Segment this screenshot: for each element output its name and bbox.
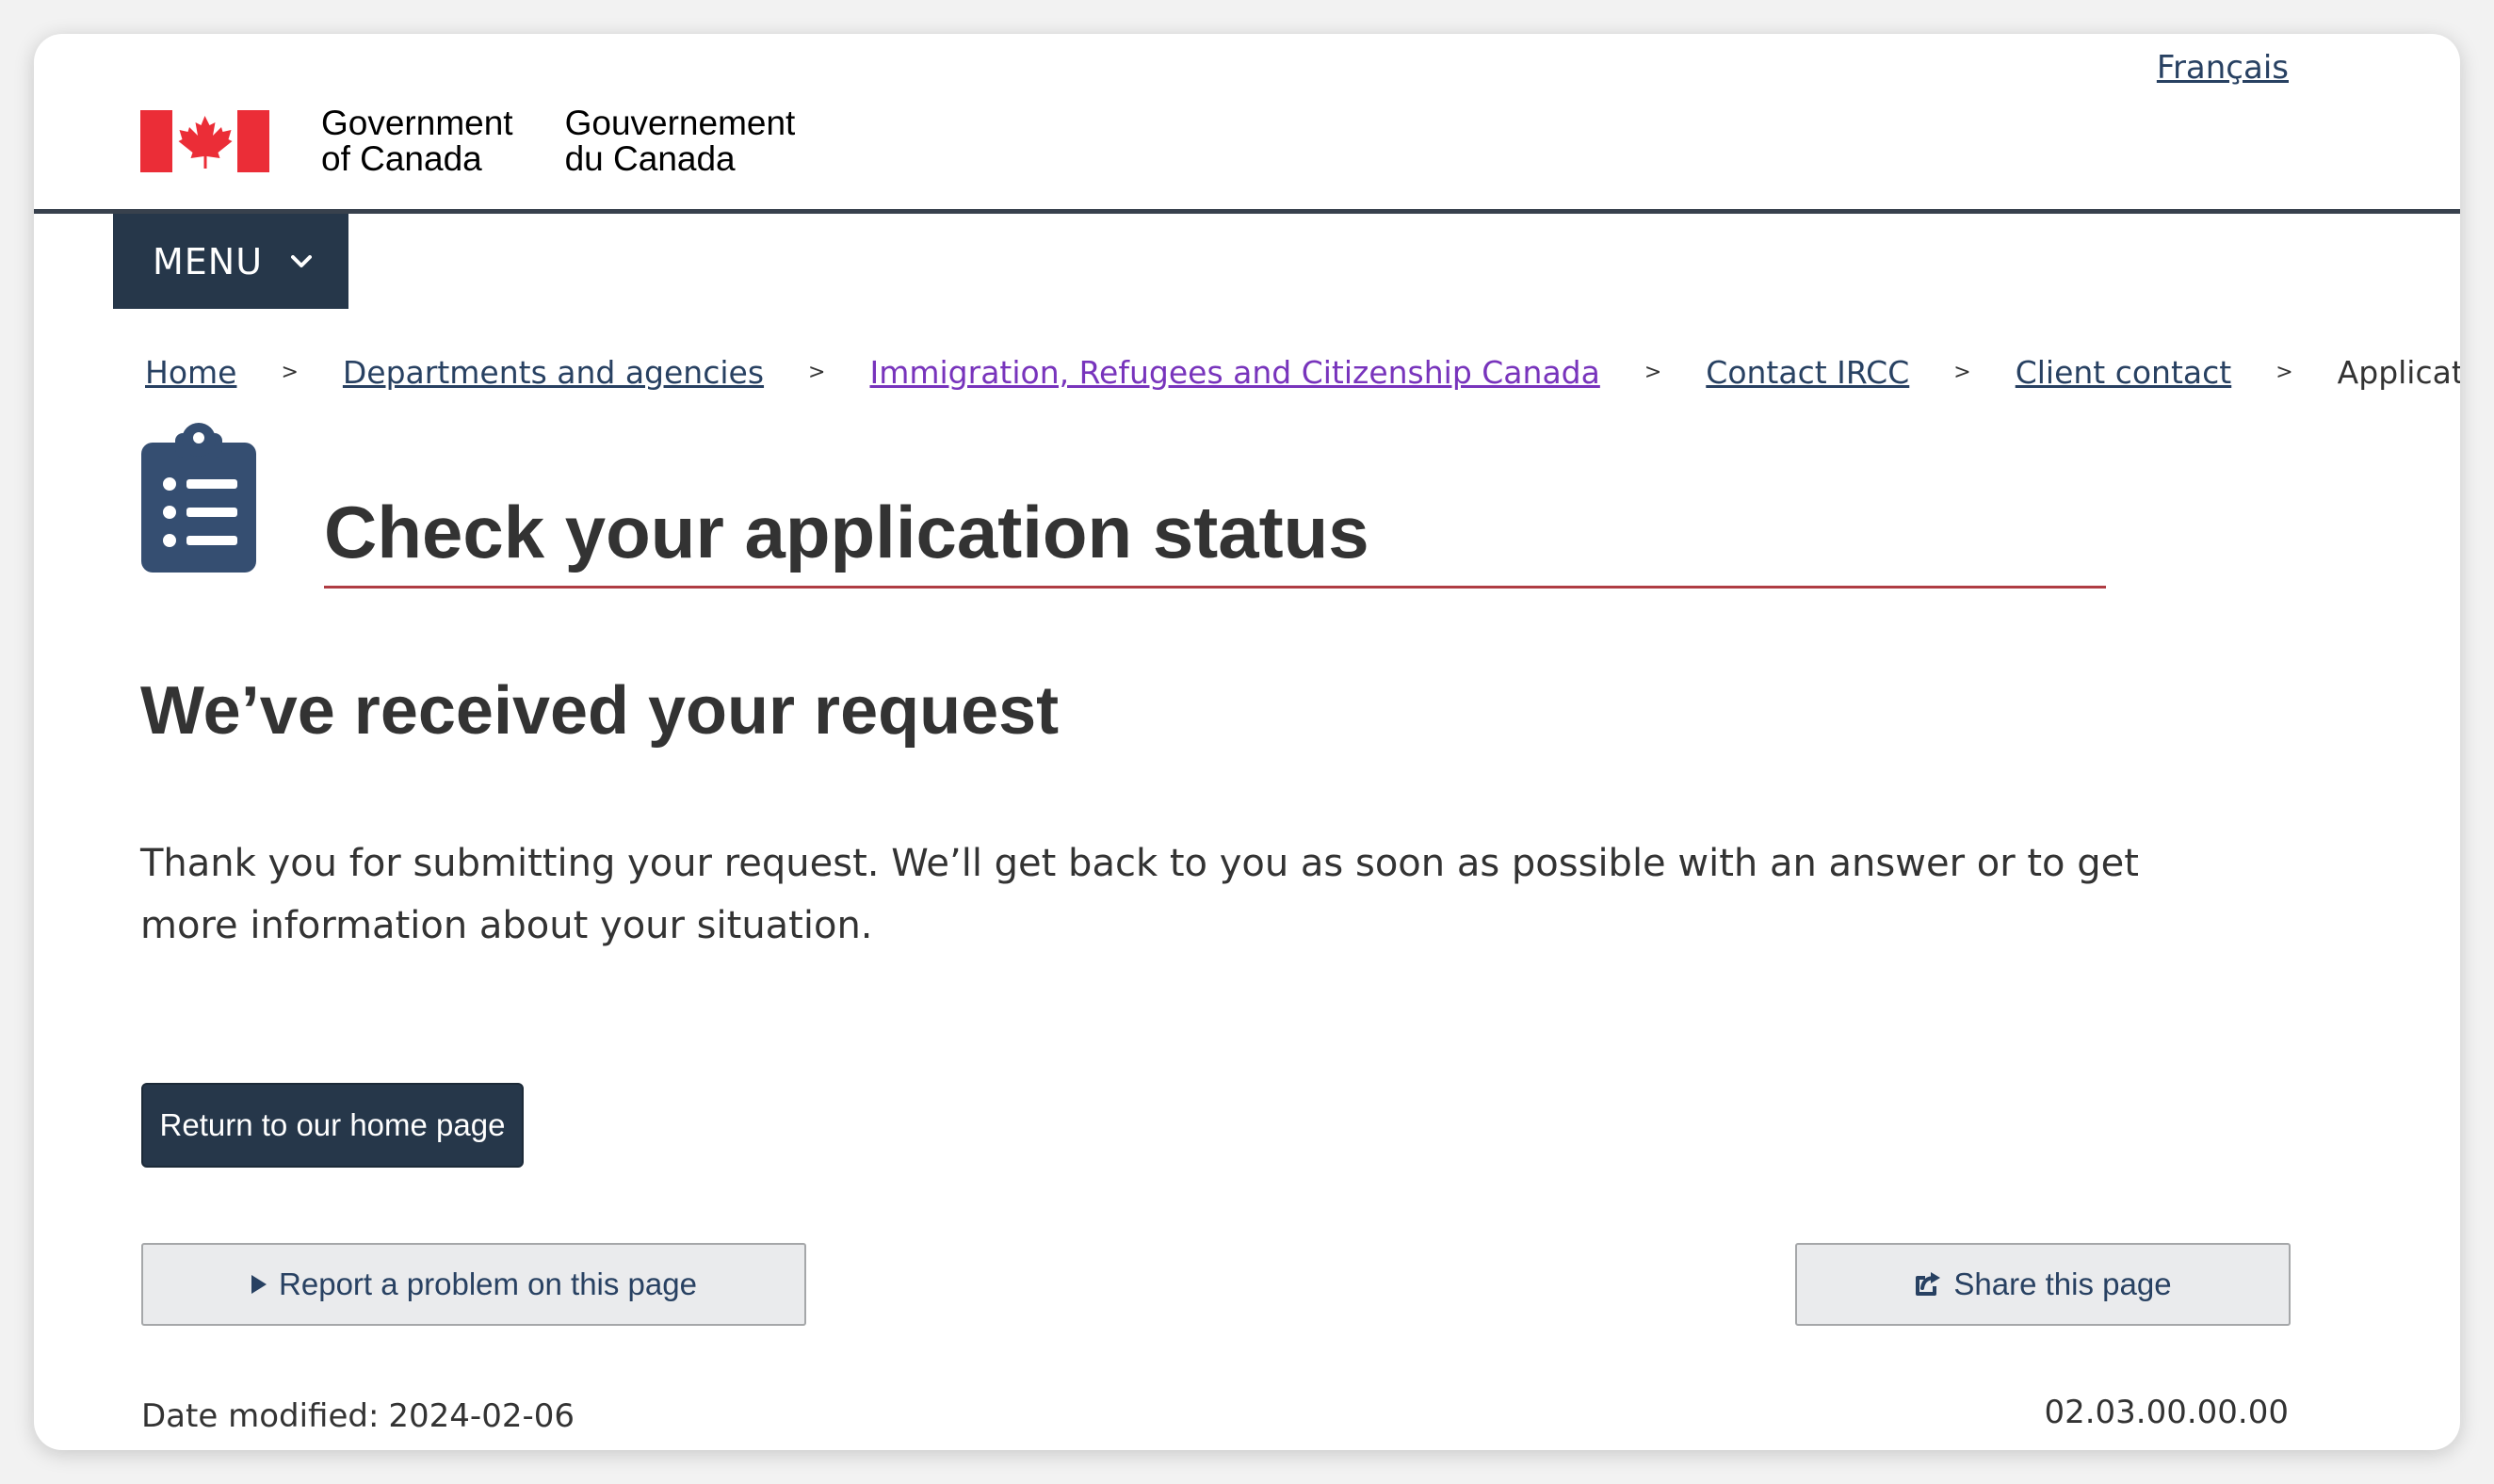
share-page-button[interactable]: Share this page	[1795, 1243, 2291, 1326]
breadcrumb-contact-ircc[interactable]: Contact IRCC	[1706, 354, 1909, 391]
share-page-label: Share this page	[1953, 1266, 2172, 1301]
menu-label: MENU	[153, 240, 264, 282]
date-modified-value: 2024-02-06	[388, 1397, 575, 1435]
wordmark-fr-line1: Gouvernement	[564, 104, 796, 142]
breadcrumb-current: Application	[2337, 354, 2460, 391]
breadcrumb-separator: >	[2275, 361, 2293, 384]
wordmark-en-line2: of Canada	[321, 139, 482, 178]
wordmark-fr-line2: du Canada	[564, 139, 736, 178]
date-modified: Date modified: 2024-02-06	[141, 1397, 575, 1435]
breadcrumb: Home > Departments and agencies > Immigr…	[145, 354, 2460, 391]
chevron-down-icon	[291, 254, 313, 267]
breadcrumb-home[interactable]: Home	[145, 354, 236, 391]
version-number: 02.03.00.00.00	[2044, 1394, 2289, 1431]
report-problem-label: Report a problem on this page	[279, 1266, 697, 1301]
play-triangle-icon	[251, 1275, 267, 1294]
return-home-button[interactable]: Return to our home page	[141, 1083, 524, 1168]
page-title: Check your application status	[324, 491, 1369, 573]
maple-leaf-icon	[178, 116, 233, 169]
wordmark-en-line1: Government	[321, 104, 513, 142]
share-icon	[1916, 1272, 1941, 1296]
gov-canada-signature[interactable]: Government of Canada Gouvernement du Can…	[140, 105, 795, 177]
wordmark-french: Gouvernement du Canada	[565, 105, 796, 177]
language-toggle-link[interactable]: Français	[2157, 49, 2289, 87]
title-underline	[324, 586, 2106, 589]
clipboard-list-icon	[141, 423, 256, 573]
breadcrumb-separator: >	[1953, 361, 1971, 384]
menu-button[interactable]: MENU	[113, 214, 348, 309]
breadcrumb-client-contact[interactable]: Client contact	[2016, 354, 2232, 391]
breadcrumb-separator: >	[281, 361, 299, 384]
browser-window: Français Government of Canada Gouverneme…	[34, 34, 2460, 1450]
wordmark-english: Government of Canada	[321, 105, 513, 177]
confirmation-heading: We’ve received your request	[140, 673, 1060, 749]
report-problem-button[interactable]: Report a problem on this page	[141, 1243, 806, 1326]
canada-flag-icon	[140, 110, 269, 172]
header-divider	[34, 209, 2460, 214]
confirmation-message: Thank you for submitting your request. W…	[140, 842, 2139, 947]
breadcrumb-separator: >	[1644, 361, 1662, 384]
breadcrumb-ircc[interactable]: Immigration, Refugees and Citizenship Ca…	[869, 354, 1599, 391]
breadcrumb-departments[interactable]: Departments and agencies	[343, 354, 764, 391]
breadcrumb-separator: >	[808, 361, 826, 384]
date-modified-label: Date modified:	[141, 1397, 380, 1435]
